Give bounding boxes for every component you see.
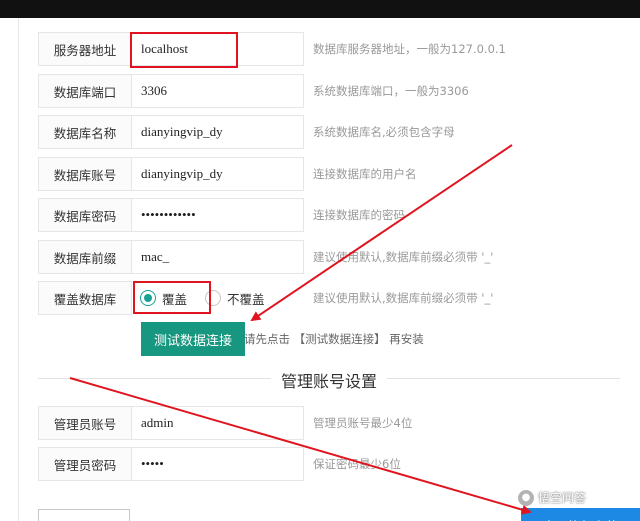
field-label: 管理员账号 (38, 406, 132, 440)
watermark-text: 悟空问答 (538, 491, 587, 505)
form-row-admin-pass: 管理员密码 (38, 447, 304, 481)
field-tip: 建议使用默认,数据库前缀必须带 '_' (313, 291, 494, 305)
test-connection-button[interactable]: 测试数据连接 (141, 322, 245, 356)
field-tip: 保证密码最少6位 (313, 457, 401, 471)
back-button[interactable]: 返回上一步 (38, 509, 130, 521)
admin-section-title: 管理账号设置 (271, 368, 388, 392)
admin-user-input[interactable] (132, 406, 304, 440)
test-connection-tip: 请先点击 【测试数据连接】 再安装 (244, 332, 424, 346)
field-tip: 系统数据库端口，一般为3306 (313, 84, 469, 98)
field-label: 数据库密码 (38, 198, 132, 232)
annotation-highlight-box (133, 281, 211, 314)
db-prefix-input[interactable] (132, 240, 304, 274)
field-label: 覆盖数据库 (38, 281, 132, 315)
top-bar (0, 0, 640, 18)
install-button[interactable]: 立即执行安装 (521, 508, 640, 521)
form-row-dbuser: 数据库账号 (38, 157, 304, 191)
field-label: 服务器地址 (38, 32, 132, 66)
field-label: 数据库前缀 (38, 240, 132, 274)
form-row-prefix: 数据库前缀 (38, 240, 304, 274)
field-label: 管理员密码 (38, 447, 132, 481)
field-tip: 数据库服务器地址，一般为127.0.0.1 (313, 42, 506, 56)
form-row-dbname: 数据库名称 (38, 115, 304, 149)
field-label: 数据库账号 (38, 157, 132, 191)
field-tip: 管理员账号最少4位 (313, 416, 413, 430)
field-label: 数据库名称 (38, 115, 132, 149)
form-row-admin-user: 管理员账号 (38, 406, 304, 440)
annotation-highlight-box (130, 32, 238, 68)
db-user-input[interactable] (132, 157, 304, 191)
form-row-port: 数据库端口 (38, 74, 304, 108)
watermark: ● 悟空问答 (518, 489, 586, 506)
speech-bubble-icon: ● (518, 489, 534, 506)
field-tip: 系统数据库名,必须包含字母 (313, 125, 455, 139)
field-label: 数据库端口 (38, 74, 132, 108)
db-password-input[interactable] (132, 198, 304, 232)
field-tip: 连接数据库的密码 (313, 208, 405, 222)
field-tip: 连接数据库的用户名 (313, 167, 417, 181)
form-row-dbpass: 数据库密码 (38, 198, 304, 232)
db-port-input[interactable] (132, 74, 304, 108)
overwrite-no-label[interactable]: 不覆盖 (227, 289, 265, 308)
admin-password-input[interactable] (132, 447, 304, 481)
field-tip: 建议使用默认,数据库前缀必须带 '_' (313, 250, 494, 264)
db-name-input[interactable] (132, 115, 304, 149)
